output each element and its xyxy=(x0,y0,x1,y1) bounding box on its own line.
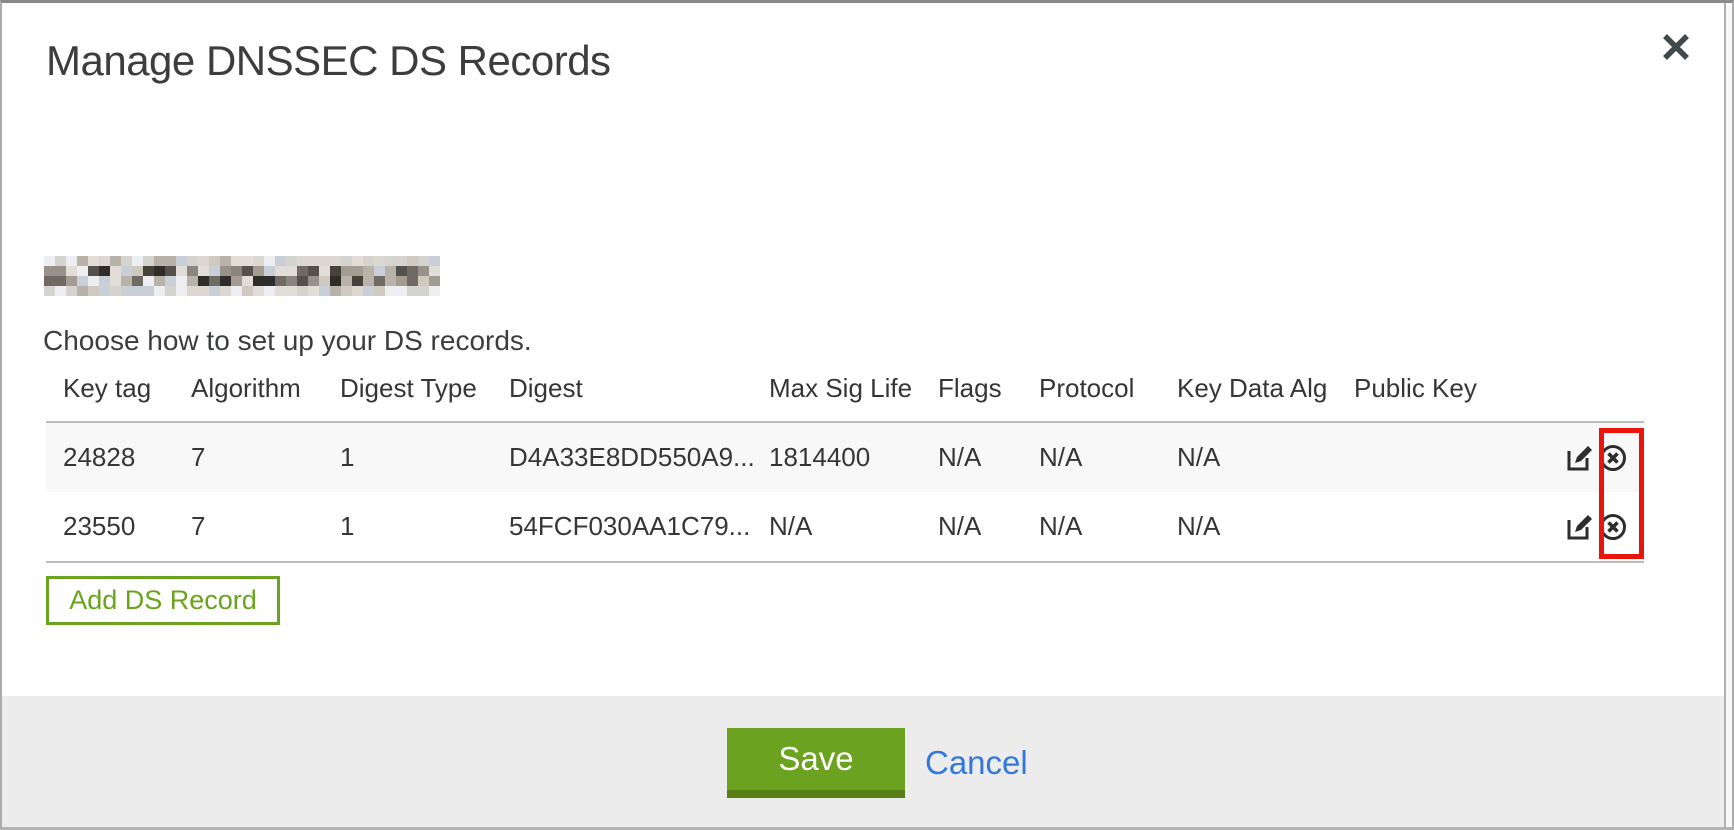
col-header-key-tag: Key tag xyxy=(63,373,191,404)
cell-key-data-alg: N/A xyxy=(1177,511,1354,542)
cell-algorithm: 7 xyxy=(191,511,340,542)
ds-records-table: Key tag Algorithm Digest Type Digest Max… xyxy=(46,367,1644,563)
manage-dnssec-dialog: Manage DNSSEC DS Records Choose how to s… xyxy=(0,0,1734,830)
cell-digest-type: 1 xyxy=(340,511,509,542)
cell-protocol: N/A xyxy=(1039,442,1177,473)
col-header-digest-type: Digest Type xyxy=(340,373,509,404)
edit-record-icon[interactable] xyxy=(1566,444,1594,472)
cell-protocol: N/A xyxy=(1039,511,1177,542)
table-row: 24828 7 1 D4A33E8DD550A9... 1814400 N/A … xyxy=(46,423,1644,492)
table-row: 23550 7 1 54FCF030AA1C79... N/A N/A N/A … xyxy=(46,492,1644,561)
col-header-key-data-alg: Key Data Alg xyxy=(1177,373,1354,404)
cell-digest: D4A33E8DD550A9... xyxy=(509,442,769,473)
cell-digest: 54FCF030AA1C79... xyxy=(509,511,769,542)
table-header-row: Key tag Algorithm Digest Type Digest Max… xyxy=(46,367,1644,423)
dialog-footer: Save Cancel xyxy=(2,696,1732,828)
delete-record-icon[interactable] xyxy=(1599,444,1627,472)
underlying-page-edge xyxy=(1724,3,1732,827)
col-header-algorithm: Algorithm xyxy=(191,373,340,404)
cell-max-sig-life: 1814400 xyxy=(769,442,938,473)
col-header-public-key: Public Key xyxy=(1354,373,1566,404)
cell-max-sig-life: N/A xyxy=(769,511,938,542)
save-button[interactable]: Save xyxy=(727,728,905,798)
row-actions xyxy=(1566,513,1644,541)
cancel-link[interactable]: Cancel xyxy=(925,744,1028,782)
dialog-title: Manage DNSSEC DS Records xyxy=(46,37,611,85)
cell-digest-type: 1 xyxy=(340,442,509,473)
cell-key-data-alg: N/A xyxy=(1177,442,1354,473)
close-icon[interactable] xyxy=(1658,29,1694,65)
cell-flags: N/A xyxy=(938,442,1039,473)
edit-record-icon[interactable] xyxy=(1566,513,1594,541)
add-ds-record-button[interactable]: Add DS Record xyxy=(46,576,280,625)
cell-key-tag: 24828 xyxy=(63,442,191,473)
redacted-domain-name xyxy=(44,256,440,296)
col-header-digest: Digest xyxy=(509,373,769,404)
delete-record-icon[interactable] xyxy=(1599,513,1627,541)
col-header-protocol: Protocol xyxy=(1039,373,1177,404)
setup-instruction-text: Choose how to set up your DS records. xyxy=(43,325,532,357)
col-header-flags: Flags xyxy=(938,373,1039,404)
cell-flags: N/A xyxy=(938,511,1039,542)
cell-algorithm: 7 xyxy=(191,442,340,473)
col-header-max-sig-life: Max Sig Life xyxy=(769,373,938,404)
cell-key-tag: 23550 xyxy=(63,511,191,542)
row-actions xyxy=(1566,444,1644,472)
